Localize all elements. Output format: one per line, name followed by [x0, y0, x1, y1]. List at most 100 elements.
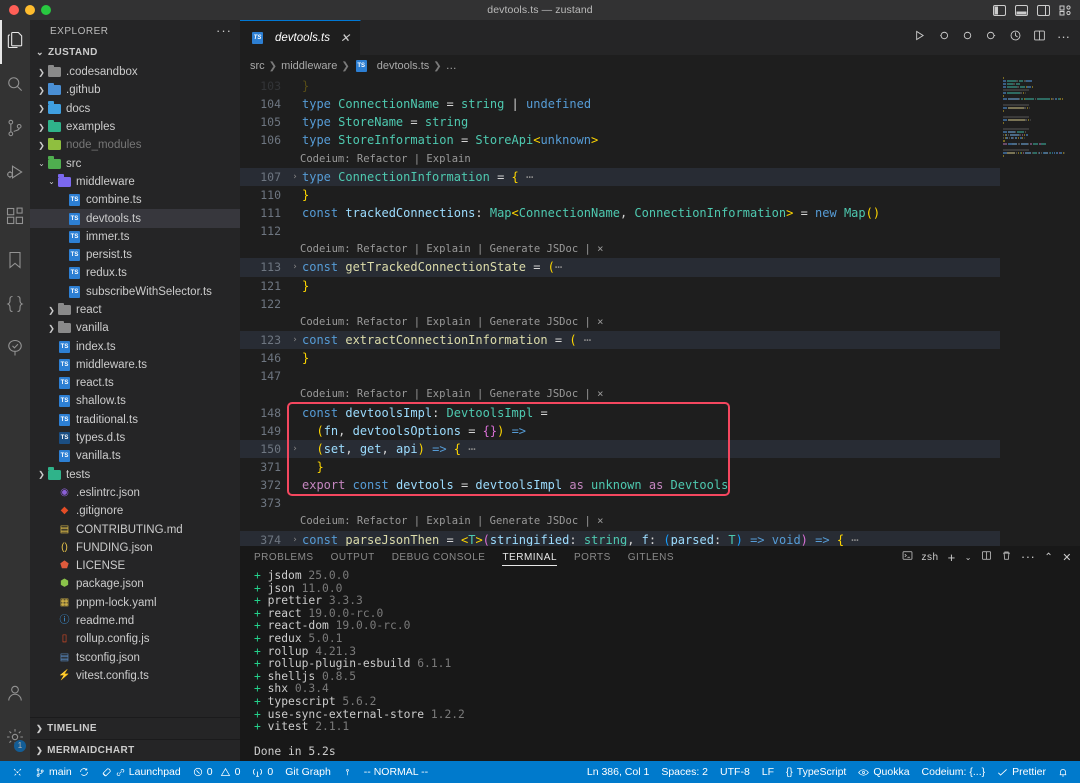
codelens-row[interactable]: Codeium: Refactor | Explain | Generate J…	[240, 313, 1080, 331]
status-git-graph[interactable]: Git Graph	[279, 761, 337, 783]
codelens-label[interactable]: Codeium: Refactor | Explain	[240, 153, 471, 165]
tree-item-index-ts[interactable]: TS index.ts	[30, 337, 240, 355]
codelens-label[interactable]: Codeium: Refactor | Explain | Generate J…	[240, 243, 603, 255]
code-line-111[interactable]: 111 const trackedConnections: Map<Connect…	[240, 204, 1080, 222]
tree-item--gitignore[interactable]: ◆ .gitignore	[30, 502, 240, 520]
activity-item-explorer[interactable]	[0, 20, 30, 64]
status-encoding[interactable]: UTF-8	[714, 761, 756, 783]
code-editor[interactable]: 103} 104 type ConnectionName = string | un…	[240, 77, 1080, 546]
code-line-148[interactable]: 148 const devtoolsImpl: DevtoolsImpl =	[240, 404, 1080, 422]
status-prettier[interactable]: Prettier	[991, 761, 1052, 783]
tree-item--codesandbox[interactable]: ❯ .codesandbox	[30, 63, 240, 81]
file-tree[interactable]: ⌄ ZUSTAND ❯ .codesandbox ❯ .github ❯ docs ❯ exa…	[30, 42, 240, 717]
breadcrumb[interactable]: src ❯ middleware ❯ TS devtools.ts ❯ …	[240, 55, 1080, 77]
tree-item-rollup-config-js[interactable]: ▯ rollup.config.js	[30, 630, 240, 648]
codelens-label[interactable]: Codeium: Refactor | Explain | Generate J…	[240, 316, 603, 328]
tree-item-license[interactable]: ⬟ LICENSE	[30, 557, 240, 575]
status-cursor-position[interactable]: Ln 386, Col 1	[581, 761, 655, 783]
minimap[interactable]	[1000, 77, 1066, 546]
code-line-122[interactable]: 122	[240, 295, 1080, 313]
breadcrumb-item-src[interactable]: src	[250, 60, 265, 72]
tree-item-package-json[interactable]: ⬢ package.json	[30, 575, 240, 593]
code-line-149[interactable]: 149 (fn, devtoolsOptions = {}) =>	[240, 422, 1080, 440]
code-line-104[interactable]: 104 type ConnectionName = string | undefi…	[240, 95, 1080, 113]
fold-chevron-icon[interactable]: ›	[290, 172, 300, 182]
activity-item-source-control[interactable]	[0, 108, 30, 152]
status-remote-window[interactable]	[6, 761, 29, 783]
code-lines[interactable]: 103} 104 type ConnectionName = string | un…	[240, 77, 1080, 546]
code-line-105[interactable]: 105 type StoreName = string	[240, 113, 1080, 131]
chevron-right-icon[interactable]: ❯	[36, 86, 47, 95]
coverage-icon[interactable]	[1009, 29, 1022, 47]
fold-chevron-icon[interactable]: ›	[290, 444, 300, 454]
close-panel-icon[interactable]: ✕	[1062, 551, 1072, 564]
chevron-right-icon[interactable]: ❯	[36, 68, 47, 77]
activity-item-bookmarks[interactable]	[0, 240, 30, 284]
tree-item-traditional-ts[interactable]: TS traditional.ts	[30, 411, 240, 429]
status-gitlens[interactable]	[337, 761, 358, 783]
activity-item-snippets[interactable]	[0, 284, 30, 328]
status-ports[interactable]: 0	[246, 761, 279, 783]
code-line-106[interactable]: 106 type StoreInformation = StoreApi<unkn…	[240, 131, 1080, 149]
tree-item-node-modules[interactable]: ❯ node_modules	[30, 136, 240, 154]
toggle-primary-sidebar-icon[interactable]	[993, 4, 1006, 16]
debug-icon[interactable]	[937, 29, 950, 47]
tree-item-immer-ts[interactable]: TS immer.ts	[30, 228, 240, 246]
chevron-down-icon[interactable]: ⌄	[36, 159, 47, 168]
tree-item-src[interactable]: ⌄ src	[30, 154, 240, 172]
tree-item-middleware-ts[interactable]: TS middleware.ts	[30, 356, 240, 374]
activity-item-run-and-debug[interactable]	[0, 152, 30, 196]
status-quokka[interactable]: Quokka	[852, 761, 915, 783]
code-line-112[interactable]: 112	[240, 222, 1080, 240]
code-line-110[interactable]: 110}	[240, 186, 1080, 204]
close-icon[interactable]: ✕	[340, 31, 350, 45]
activity-item-accounts[interactable]	[0, 673, 30, 717]
activity-item-manage[interactable]: 1	[0, 717, 30, 761]
tree-item-types-d-ts[interactable]: TS types.d.ts	[30, 429, 240, 447]
code-line-113[interactable]: 113 › const getTrackedConnectionState = (⋯	[240, 258, 1080, 277]
more-actions-icon[interactable]: ···	[1057, 31, 1070, 43]
codelens-row[interactable]: Codeium: Refactor | Explain | Generate J…	[240, 512, 1080, 530]
breadcrumb-item-more[interactable]: …	[446, 60, 457, 72]
status-notifications[interactable]	[1052, 761, 1074, 783]
fold-chevron-icon[interactable]: ›	[290, 535, 300, 545]
tree-item-react-ts[interactable]: TS react.ts	[30, 374, 240, 392]
code-line-107[interactable]: 107 › type ConnectionInformation = { ⋯	[240, 167, 1080, 186]
codelens-row[interactable]: Codeium: Refactor | Explain	[240, 150, 1080, 168]
tab-devtools-ts[interactable]: TS devtools.ts ✕	[240, 20, 362, 55]
tree-item-tests[interactable]: ❯ tests	[30, 466, 240, 484]
codelens-label[interactable]: Codeium: Refactor | Explain | Generate J…	[240, 388, 603, 400]
step-icon[interactable]	[985, 29, 998, 47]
codelens-row[interactable]: Codeium: Refactor | Explain | Generate J…	[240, 240, 1080, 258]
tree-item-combine-ts[interactable]: TS combine.ts	[30, 191, 240, 209]
chevron-right-icon[interactable]: ❯	[46, 306, 57, 315]
tree-item-vanilla[interactable]: ❯ vanilla	[30, 319, 240, 337]
code-line-121[interactable]: 121}	[240, 277, 1080, 295]
chevron-right-icon[interactable]: ❯	[36, 104, 47, 113]
code-line-146[interactable]: 146}	[240, 349, 1080, 367]
run-icon[interactable]	[913, 29, 926, 47]
maximize-panel-icon[interactable]: ⌃	[1044, 552, 1053, 563]
terminal-output[interactable]: + jsdom 25.0.0 + json 11.0.0 + prettier 3.…	[240, 568, 1080, 761]
sidebar-more-actions-icon[interactable]: ···	[216, 24, 232, 37]
fold-chevron-icon[interactable]: ›	[290, 335, 300, 345]
breadcrumb-item-middleware[interactable]: middleware	[281, 60, 337, 72]
chevron-right-icon[interactable]: ❯	[36, 123, 47, 132]
chevron-down-icon[interactable]: ⌄	[965, 553, 972, 562]
kill-terminal-icon[interactable]	[1001, 550, 1012, 564]
tree-item-persist-ts[interactable]: TS persist.ts	[30, 246, 240, 264]
circle-icon[interactable]	[961, 29, 974, 47]
tree-item-readme-md[interactable]: ⓘ readme.md	[30, 612, 240, 630]
code-line-374[interactable]: 374 › const parseJsonThen = <T>(stringifie…	[240, 530, 1080, 546]
new-terminal-icon[interactable]: +	[948, 550, 956, 565]
code-line-123[interactable]: 123 › const extractConnectionInformation =…	[240, 330, 1080, 350]
toggle-panel-icon[interactable]	[1015, 4, 1028, 16]
status-problems[interactable]: 0 0	[187, 761, 247, 783]
status-eol[interactable]: LF	[756, 761, 780, 783]
status-launchpad[interactable]: Launchpad	[95, 761, 187, 783]
tree-item-vanilla-ts[interactable]: TS vanilla.ts	[30, 447, 240, 465]
tree-item--eslintrc-json[interactable]: ◉ .eslintrc.json	[30, 484, 240, 502]
tree-item-middleware[interactable]: ⌄ middleware	[30, 173, 240, 191]
sidebar-section-timeline[interactable]: ❯ TIMELINE	[30, 717, 240, 739]
workspace-root-row[interactable]: ⌄ ZUSTAND	[30, 42, 240, 63]
